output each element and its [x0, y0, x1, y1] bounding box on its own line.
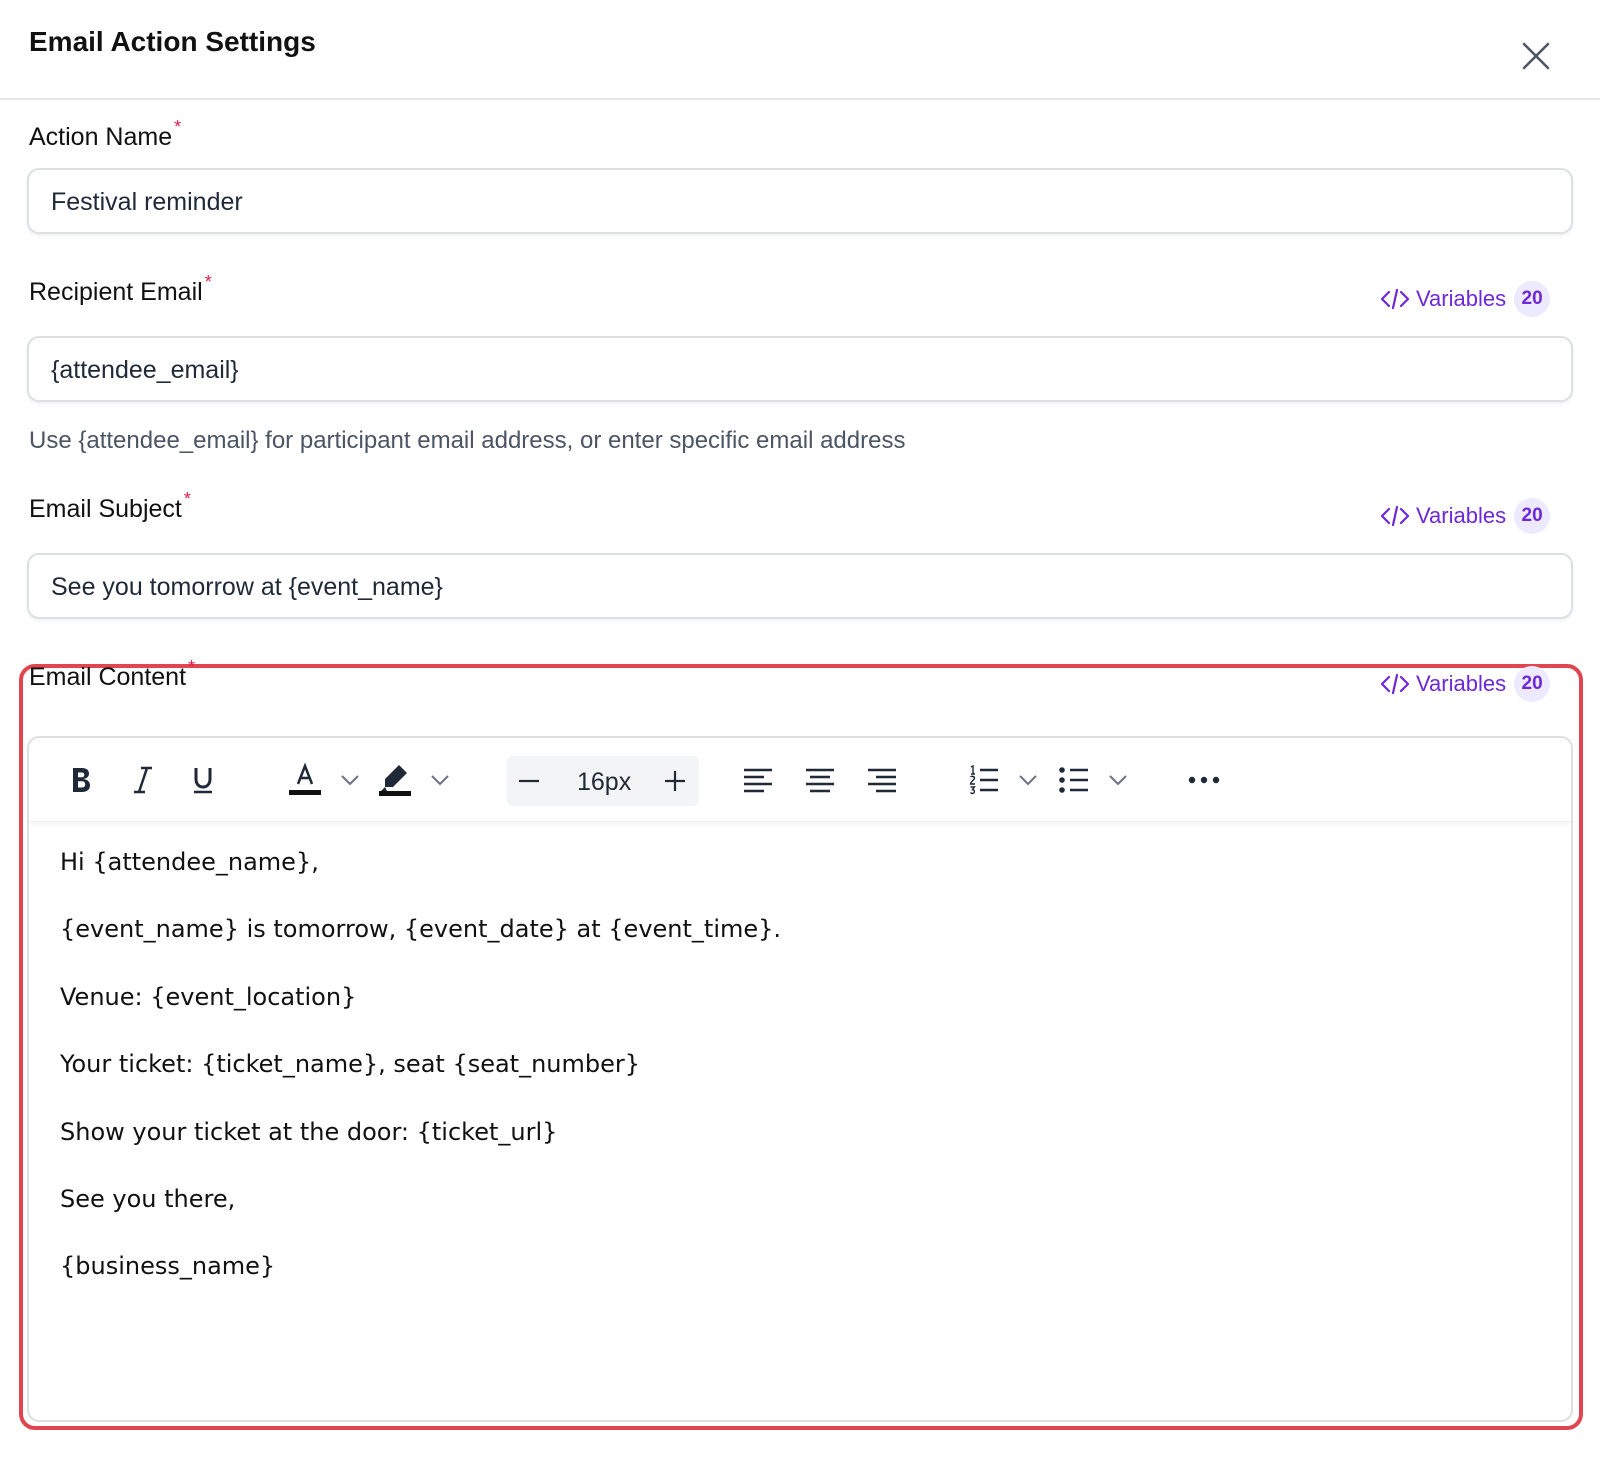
bold-icon	[73, 768, 90, 792]
ordered-list-button[interactable]	[967, 760, 1001, 800]
required-mark: *	[188, 657, 196, 677]
variables-label: Variables	[1416, 503, 1507, 528]
code-icon	[1380, 505, 1410, 527]
align-center-button[interactable]	[803, 760, 837, 800]
code-icon	[1380, 288, 1410, 310]
bold-button[interactable]	[65, 760, 97, 800]
chevron-down-icon	[431, 775, 449, 786]
variables-label: Variables	[1416, 286, 1507, 311]
text-color-icon	[289, 762, 321, 795]
content-line: {event_name} is tomorrow, {event_date} a…	[60, 915, 782, 943]
content-line: {business_name}	[60, 1252, 276, 1280]
recipient-email-value: {attendee_email}	[51, 356, 239, 384]
ordered-list-dropdown[interactable]	[1015, 760, 1041, 800]
variables-count-badge: 20	[1514, 666, 1551, 702]
content-variables-button[interactable]: Variables 20	[1380, 666, 1551, 702]
variables-count-badge: 20	[1514, 498, 1551, 534]
required-mark: *	[174, 117, 182, 137]
ordered-list-icon	[969, 765, 998, 795]
chevron-down-icon	[1019, 775, 1037, 786]
more-options-button[interactable]	[1187, 760, 1221, 800]
content-line: Your ticket: {ticket_name}, seat {seat_n…	[60, 1050, 641, 1078]
highlighter-icon	[379, 765, 411, 796]
highlight-color-button[interactable]	[377, 760, 413, 800]
dialog-title: Email Action Settings	[29, 26, 316, 57]
content-line: Venue: {event_location}	[60, 983, 357, 1011]
required-mark: *	[183, 489, 191, 509]
email-subject-input[interactable]: See you tomorrow at {event_name}	[27, 553, 1573, 619]
italic-icon	[134, 766, 152, 794]
variables-count-badge: 20	[1514, 281, 1551, 317]
action-name-label: Action Name *	[29, 117, 182, 151]
align-left-icon	[744, 768, 772, 793]
content-line: See you there,	[60, 1185, 236, 1213]
font-size-decrease-button[interactable]	[515, 761, 543, 801]
required-mark: *	[204, 272, 212, 292]
underline-icon	[194, 768, 212, 794]
align-right-icon	[868, 768, 896, 793]
align-right-button[interactable]	[865, 760, 899, 800]
close-button[interactable]	[1520, 40, 1552, 72]
bullet-list-button[interactable]	[1057, 760, 1091, 800]
editor-toolbar: 16px	[29, 738, 1571, 822]
chevron-down-icon	[1109, 775, 1127, 786]
more-horizontal-icon	[1188, 776, 1220, 784]
code-icon	[1380, 673, 1410, 695]
variables-label: Variables	[1416, 671, 1507, 696]
email-content-editor[interactable]: 16px Hi {attendee_name}, {event_name} is…	[27, 736, 1573, 1422]
chevron-down-icon	[341, 775, 359, 786]
content-line: Show your ticket at the door: {ticket_ur…	[60, 1118, 558, 1146]
font-size-value[interactable]: 16px	[577, 768, 631, 797]
plus-icon	[665, 771, 685, 791]
action-name-input[interactable]: Festival reminder	[27, 168, 1573, 234]
minus-icon	[519, 779, 539, 783]
action-name-value: Festival reminder	[51, 188, 243, 216]
font-size-control: 16px	[507, 756, 699, 806]
content-line: Hi {attendee_name},	[60, 848, 319, 876]
align-left-button[interactable]	[741, 760, 775, 800]
highlight-color-dropdown[interactable]	[427, 760, 453, 800]
recipient-variables-button[interactable]: Variables 20	[1380, 281, 1551, 317]
bullet-list-dropdown[interactable]	[1105, 760, 1131, 800]
recipient-email-input[interactable]: {attendee_email}	[27, 336, 1573, 402]
text-color-button[interactable]	[287, 760, 323, 800]
underline-button[interactable]	[187, 760, 219, 800]
subject-variables-button[interactable]: Variables 20	[1380, 498, 1551, 534]
recipient-email-helper: Use {attendee_email} for participant ema…	[29, 427, 906, 454]
recipient-email-label: Recipient Email *	[29, 272, 212, 306]
align-center-icon	[806, 768, 834, 793]
email-content-label: Email Content *	[29, 657, 196, 691]
dialog-header: Email Action Settings	[0, 0, 1600, 100]
text-color-dropdown[interactable]	[337, 760, 363, 800]
email-subject-label: Email Subject *	[29, 489, 191, 523]
italic-button[interactable]	[127, 760, 159, 800]
bullet-list-icon	[1059, 767, 1088, 793]
close-icon	[1522, 42, 1550, 70]
email-subject-value: See you tomorrow at {event_name}	[51, 573, 443, 601]
font-size-increase-button[interactable]	[661, 761, 689, 801]
